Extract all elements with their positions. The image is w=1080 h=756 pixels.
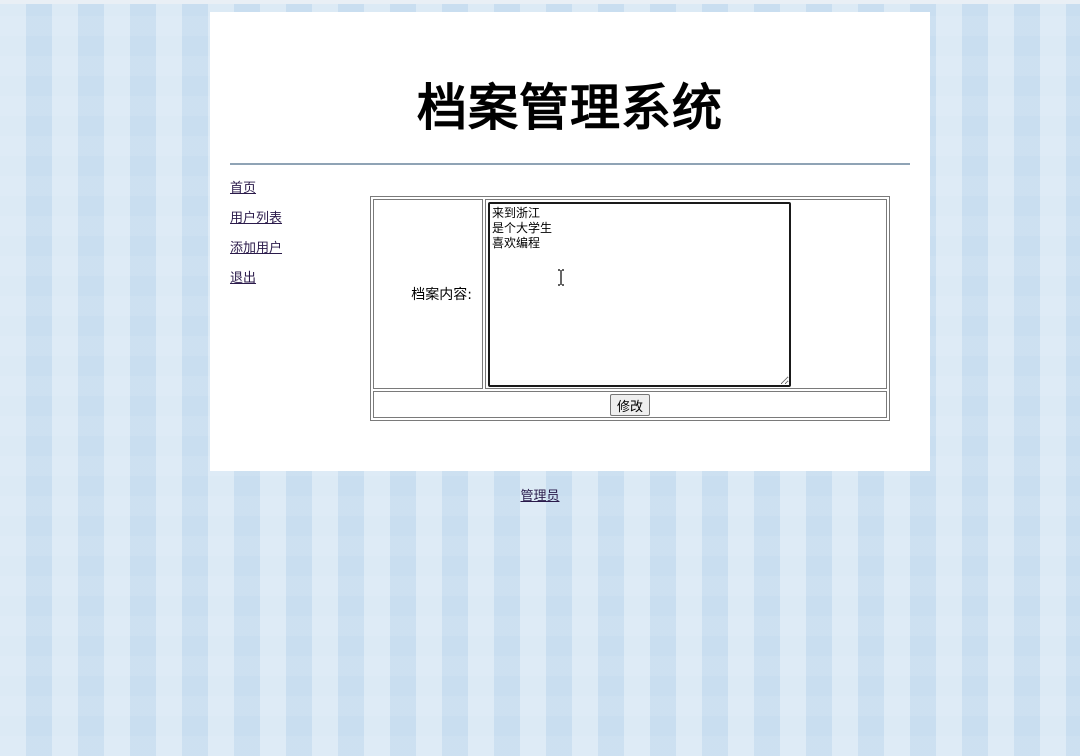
- content-row: 档案内容:: [373, 199, 887, 389]
- content-label: 档案内容:: [373, 199, 483, 389]
- nav-link-add-user[interactable]: 添加用户: [230, 241, 282, 256]
- nav-item-home: 首页: [230, 180, 282, 210]
- content-textarea[interactable]: [488, 201, 791, 387]
- nav-link-home[interactable]: 首页: [230, 181, 256, 196]
- nav-item-logout: 退出: [230, 270, 282, 300]
- archive-form: 档案内容: 修改: [370, 196, 890, 421]
- nav-item-add-user: 添加用户: [230, 240, 282, 270]
- page-title: 档案管理系统: [417, 79, 723, 137]
- nav-link-user-list[interactable]: 用户列表: [230, 211, 282, 226]
- modify-button[interactable]: 修改: [609, 393, 650, 416]
- submit-cell: 修改: [373, 391, 887, 418]
- footer-admin-link[interactable]: 管理员: [520, 489, 559, 504]
- nav-item-user-list: 用户列表: [230, 210, 282, 240]
- nav-link-logout[interactable]: 退出: [230, 271, 256, 286]
- main-panel: 档案管理系统 首页 用户列表 添加用户 退出 档案内容: 修改: [210, 12, 930, 471]
- content-input-cell: [485, 199, 887, 389]
- footer: 管理员: [0, 485, 1080, 504]
- top-edge: [0, 0, 1080, 4]
- sidebar-nav: 首页 用户列表 添加用户 退出: [230, 180, 282, 300]
- header-divider: [230, 163, 910, 165]
- submit-row: 修改: [373, 391, 887, 418]
